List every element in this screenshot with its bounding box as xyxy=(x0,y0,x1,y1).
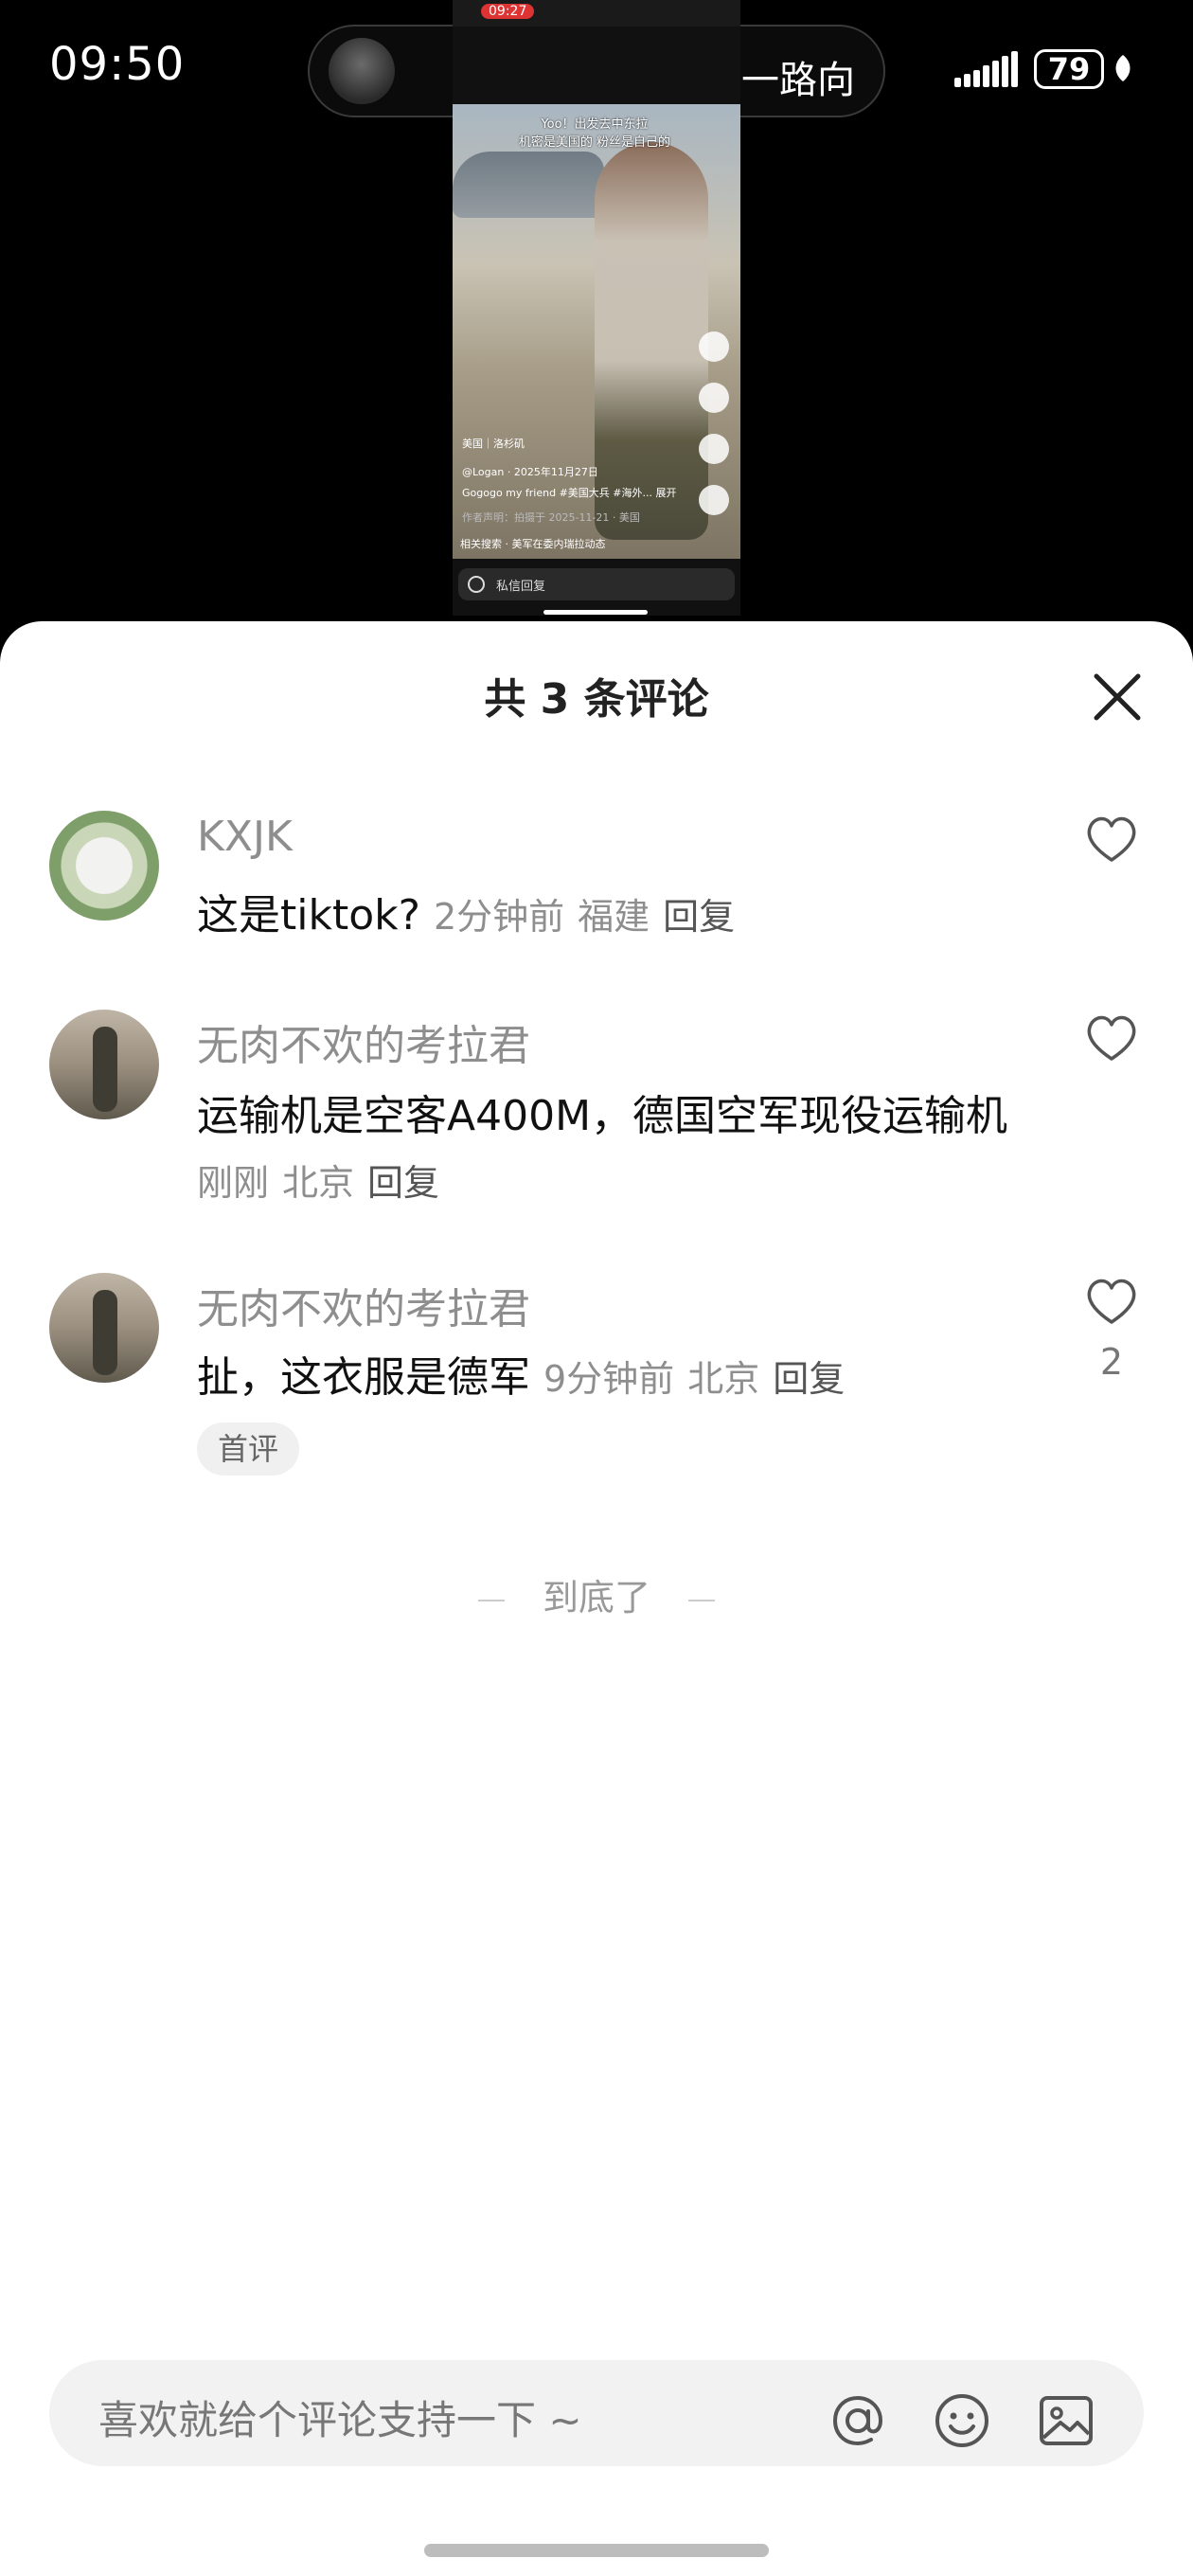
like-count: 2 xyxy=(1099,1341,1124,1383)
comment-username[interactable]: 无肉不欢的考拉君 xyxy=(197,1275,530,1335)
related-search[interactable]: 相关搜索 · 美军在委内瑞拉动态 xyxy=(460,536,735,551)
embedded-time: 09:27 xyxy=(481,4,535,19)
comment-text: 这是tiktok? xyxy=(197,891,420,939)
video-author: @Logan · 2025年11月27日 xyxy=(462,466,598,478)
comment-body-line: 扯，这衣服是德军 9分钟前 北京 回复 xyxy=(197,1343,845,1404)
comment-username[interactable]: KXJK xyxy=(197,813,293,861)
video-comment-icon[interactable] xyxy=(699,383,729,413)
soldier-image xyxy=(595,142,708,540)
caption-line-1: Yoo！出发去中东拉 xyxy=(541,117,649,132)
video-preview[interactable]: 09:27 Yoo！出发去中东拉 机密是美国的 粉丝是自己的 美国｜洛杉矶 @L… xyxy=(453,0,740,616)
end-of-list: 到底了 xyxy=(0,1568,1193,1620)
comment-sheet: 共 3 条评论 KXJK 这是tiktok? 2分钟前 福建 回复 无肉不欢的考拉君 … xyxy=(0,621,1193,2576)
avatar[interactable] xyxy=(49,1273,159,1383)
status-area: 09:50 一路向 79 09:27 Yoo！出发去中东拉 机密是美国的 粉丝是… xyxy=(0,0,1193,625)
comment-body-line: 这是tiktok? 2分钟前 福建 回复 xyxy=(197,881,735,941)
sheet-title: 共 3 条评论 xyxy=(484,675,709,724)
avatar[interactable] xyxy=(49,1010,159,1119)
island-text: 一路向 xyxy=(741,59,855,102)
comment-text: 扯，这衣服是德军 xyxy=(197,1353,530,1402)
heart-icon[interactable] xyxy=(1083,1275,1140,1328)
comment-time: 2分钟前 xyxy=(433,896,565,938)
comment-time: 9分钟前 xyxy=(543,1358,675,1400)
embedded-status-bar: 09:27 xyxy=(453,0,740,27)
battery-icon: 79 xyxy=(1034,49,1104,89)
video-description: Gogogo my friend #美国大兵 #海外... 展开 xyxy=(462,487,677,499)
reply-button[interactable]: 回复 xyxy=(773,1358,845,1400)
first-comment-badge: 首评 xyxy=(197,1422,300,1476)
dm-label: 私信回复 xyxy=(496,580,546,594)
status-time: 09:50 xyxy=(49,38,186,91)
signal-icon xyxy=(954,49,1021,87)
comment-input-placeholder[interactable]: 喜欢就给个评论支持一下 ~ xyxy=(98,2388,582,2446)
video-star-icon[interactable] xyxy=(699,434,729,464)
reply-button[interactable]: 回复 xyxy=(367,1162,439,1204)
video-like-icon[interactable] xyxy=(699,331,729,362)
comment-username[interactable]: 无肉不欢的考拉君 xyxy=(197,1011,530,1072)
leaf-icon xyxy=(1115,55,1131,81)
comment-region: 福建 xyxy=(578,896,650,938)
emoji-icon[interactable] xyxy=(932,2390,992,2451)
video-caption: Yoo！出发去中东拉 机密是美国的 粉丝是自己的 xyxy=(481,114,708,150)
comment-input-bar[interactable]: 喜欢就给个评论支持一下 ~ xyxy=(49,2360,1144,2466)
comment-time: 刚刚 xyxy=(197,1162,270,1204)
video-meta: 作者声明：拍摄于 2025-11-21 · 美国 xyxy=(462,511,640,524)
embedded-home-indicator xyxy=(543,610,648,615)
aircraft-image xyxy=(453,152,604,218)
comment-region: 北京 xyxy=(687,1358,760,1400)
close-icon[interactable] xyxy=(1089,669,1146,725)
reply-button[interactable]: 回复 xyxy=(663,896,735,938)
image-icon[interactable] xyxy=(1036,2390,1096,2451)
camera-icon xyxy=(468,576,485,593)
dm-bar[interactable]: 私信回复 xyxy=(458,568,735,600)
end-text: 到底了 xyxy=(542,1577,650,1619)
video-actions xyxy=(699,331,733,536)
heart-icon[interactable] xyxy=(1083,1011,1140,1064)
island-avatar xyxy=(329,38,395,104)
video-location: 美国｜洛杉矶 xyxy=(462,438,525,450)
comment-text: 运输机是空客A400M，德国空军现役运输机 xyxy=(197,1092,1008,1140)
heart-icon[interactable] xyxy=(1083,813,1140,866)
comment-meta: 刚刚 北京 回复 xyxy=(197,1154,439,1206)
avatar[interactable] xyxy=(49,811,159,921)
home-indicator xyxy=(424,2544,769,2557)
caption-line-2: 机密是美国的 粉丝是自己的 xyxy=(518,135,671,150)
at-icon[interactable] xyxy=(828,2390,888,2451)
comment-region: 北京 xyxy=(282,1162,355,1204)
